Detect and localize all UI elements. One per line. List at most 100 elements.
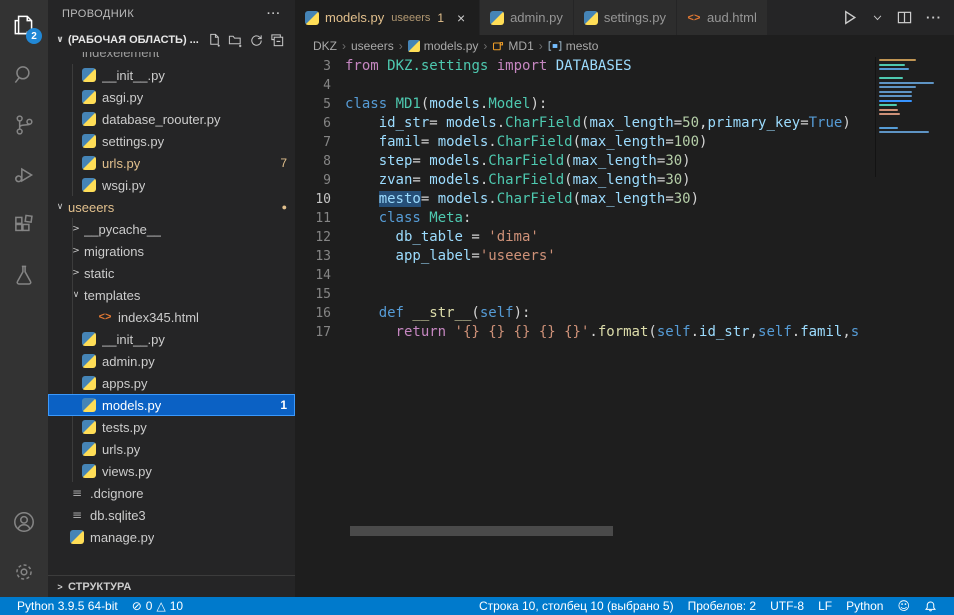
eol-status[interactable]: LF — [811, 597, 839, 615]
code-line-8[interactable]: 8step= models.CharField(max_length=30) — [295, 152, 954, 171]
code-line-13[interactable]: 13app_label='useeers' — [295, 247, 954, 266]
source-control-icon[interactable] — [0, 100, 48, 150]
minimap-line — [879, 82, 934, 84]
breadcrumb-item-mesto[interactable]: mesto — [548, 39, 599, 53]
tree-item-migrations[interactable]: >migrations — [48, 240, 295, 262]
tab-aud.html[interactable]: <>aud.html — [677, 0, 768, 35]
tree-item-asgi.py[interactable]: asgi.py — [48, 86, 295, 108]
account-icon[interactable] — [0, 497, 48, 547]
tab-admin.py[interactable]: admin.py — [480, 0, 574, 35]
code-token: 'dima' — [488, 229, 539, 245]
new-folder-icon[interactable] — [228, 33, 243, 48]
minimap[interactable] — [875, 57, 945, 177]
code-line-4[interactable]: 4 — [295, 76, 954, 95]
tree-item-admin.py[interactable]: admin.py — [48, 350, 295, 372]
breadcrumb-separator: › — [483, 39, 487, 53]
tree-item-database_roouter.py[interactable]: database_roouter.py — [48, 108, 295, 130]
explorer-sidebar: ПРОВОДНИК ··· ∨ (РАБОЧАЯ ОБЛАСТЬ) ... in… — [48, 0, 295, 597]
code-line-16[interactable]: 16def __str__(self): — [295, 304, 954, 323]
code-token: models — [429, 96, 480, 112]
code-line-6[interactable]: 6id_str= models.CharField(max_length=50,… — [295, 114, 954, 133]
problems-status[interactable]: ⊘ 0 △ 10 — [125, 597, 190, 615]
split-editor-icon[interactable] — [897, 10, 912, 25]
tree-item-.dcignore[interactable]: ≡.dcignore — [48, 482, 295, 504]
tree-item-views.py[interactable]: views.py — [48, 460, 295, 482]
code-token: models — [446, 115, 497, 131]
refresh-icon[interactable] — [249, 33, 264, 48]
horizontal-scrollbar[interactable] — [350, 526, 613, 536]
tree-item-manage.py[interactable]: manage.py — [48, 526, 295, 548]
tree-item-static[interactable]: >static — [48, 262, 295, 284]
code-token: db_table — [396, 229, 463, 245]
code-line-17[interactable]: 17return '{} {} {} {} {}'.format(self.id… — [295, 323, 954, 342]
tab-models.py[interactable]: models.pyuseeers1× — [295, 0, 480, 35]
run-debug-icon[interactable] — [0, 150, 48, 200]
tree-item-urls.py[interactable]: urls.py7 — [48, 152, 295, 174]
python-interpreter-status[interactable]: Python 3.9.5 64-bit — [10, 597, 125, 615]
close-icon[interactable]: × — [453, 10, 469, 26]
run-dropdown-chevron-icon[interactable] — [872, 12, 883, 23]
tree-item-__init__.py[interactable]: __init__.py — [48, 328, 295, 350]
encoding-status[interactable]: UTF-8 — [763, 597, 811, 615]
tree-item-models.py[interactable]: models.py1 — [48, 394, 295, 416]
code-text — [345, 266, 954, 285]
code-token: = — [421, 191, 438, 207]
settings-gear-icon[interactable] — [0, 547, 48, 597]
run-python-file-button[interactable] — [841, 9, 858, 26]
code-line-10[interactable]: 10mesto= models.CharField(max_length=30) — [295, 190, 954, 209]
code-line-12[interactable]: 12db_table = 'dima' — [295, 228, 954, 247]
tree-item-useeers[interactable]: ∨useeers● — [48, 196, 295, 218]
tree-item-tests.py[interactable]: tests.py — [48, 416, 295, 438]
tree-item-__init__.py[interactable]: __init__.py — [48, 64, 295, 86]
tree-item-db.sqlite3[interactable]: ≡db.sqlite3 — [48, 504, 295, 526]
minimap-line — [879, 122, 942, 124]
cursor-position-status[interactable]: Строка 10, столбец 10 (выбрано 5) — [472, 597, 681, 615]
code-line-9[interactable]: 9zvan= models.CharField(max_length=30) — [295, 171, 954, 190]
code-line-14[interactable]: 14 — [295, 266, 954, 285]
breadcrumb-label: MD1 — [508, 39, 533, 53]
outline-section-header[interactable]: > СТРУКТУРА — [48, 575, 295, 597]
tree-item-urls.py[interactable]: urls.py — [48, 438, 295, 460]
tree-item-__pycache__[interactable]: >__pycache__ — [48, 218, 295, 240]
code-line-5[interactable]: 5class MD1(models.Model): — [295, 95, 954, 114]
line-number: 15 — [295, 285, 345, 304]
search-icon[interactable] — [0, 50, 48, 100]
tree-item-apps.py[interactable]: apps.py — [48, 372, 295, 394]
tree-item-settings.py[interactable]: settings.py — [48, 130, 295, 152]
code-line-15[interactable]: 15 — [295, 285, 954, 304]
breadcrumb-item-useeers[interactable]: useeers — [351, 39, 394, 53]
workspace-section-header[interactable]: ∨ (РАБОЧАЯ ОБЛАСТЬ) ... — [48, 28, 295, 52]
sidebar-more-icon[interactable]: ··· — [267, 8, 281, 20]
line-number: 11 — [295, 209, 345, 228]
indentation-status[interactable]: Пробелов: 2 — [681, 597, 764, 615]
code-line-7[interactable]: 7famil= models.CharField(max_length=100) — [295, 133, 954, 152]
new-file-icon[interactable] — [207, 33, 222, 48]
tab-settings.py[interactable]: settings.py — [574, 0, 677, 35]
code-area[interactable]: 3from DKZ.settings import DATABASES45cla… — [295, 57, 954, 597]
breadcrumb-item-MD1[interactable]: MD1 — [492, 39, 533, 53]
breadcrumb-item-models.py[interactable]: models.py — [408, 39, 479, 53]
tree-item-templates[interactable]: ∨templates — [48, 284, 295, 306]
line-number: 16 — [295, 304, 345, 323]
code-token: models — [438, 191, 489, 207]
tree-item-index345.html[interactable]: <>index345.html — [48, 306, 295, 328]
breadcrumb-item-DKZ[interactable]: DKZ — [313, 39, 337, 53]
code-token: id_str — [379, 115, 430, 131]
tree-item-label: static — [84, 266, 114, 281]
editor-group: models.pyuseeers1×admin.pysettings.py<>a… — [295, 0, 954, 597]
code-line-3[interactable]: 3from DKZ.settings import DATABASES — [295, 57, 954, 76]
python-icon — [305, 11, 319, 25]
notifications-bell-icon[interactable] — [917, 597, 944, 615]
testing-icon[interactable] — [0, 250, 48, 300]
python-icon — [82, 112, 96, 126]
extensions-icon[interactable] — [0, 200, 48, 250]
collapse-all-icon[interactable] — [270, 33, 285, 48]
feedback-icon[interactable]: ☺ — [890, 597, 917, 615]
code-token: . — [488, 134, 496, 150]
language-mode-status[interactable]: Python — [839, 597, 890, 615]
explorer-icon[interactable]: 2 — [0, 0, 48, 50]
tree-item-indexelement[interactable]: indexelement — [48, 52, 295, 64]
tree-item-wsgi.py[interactable]: wsgi.py — [48, 174, 295, 196]
editor-more-actions-icon[interactable]: ··· — [926, 10, 942, 25]
code-line-11[interactable]: 11class Meta: — [295, 209, 954, 228]
